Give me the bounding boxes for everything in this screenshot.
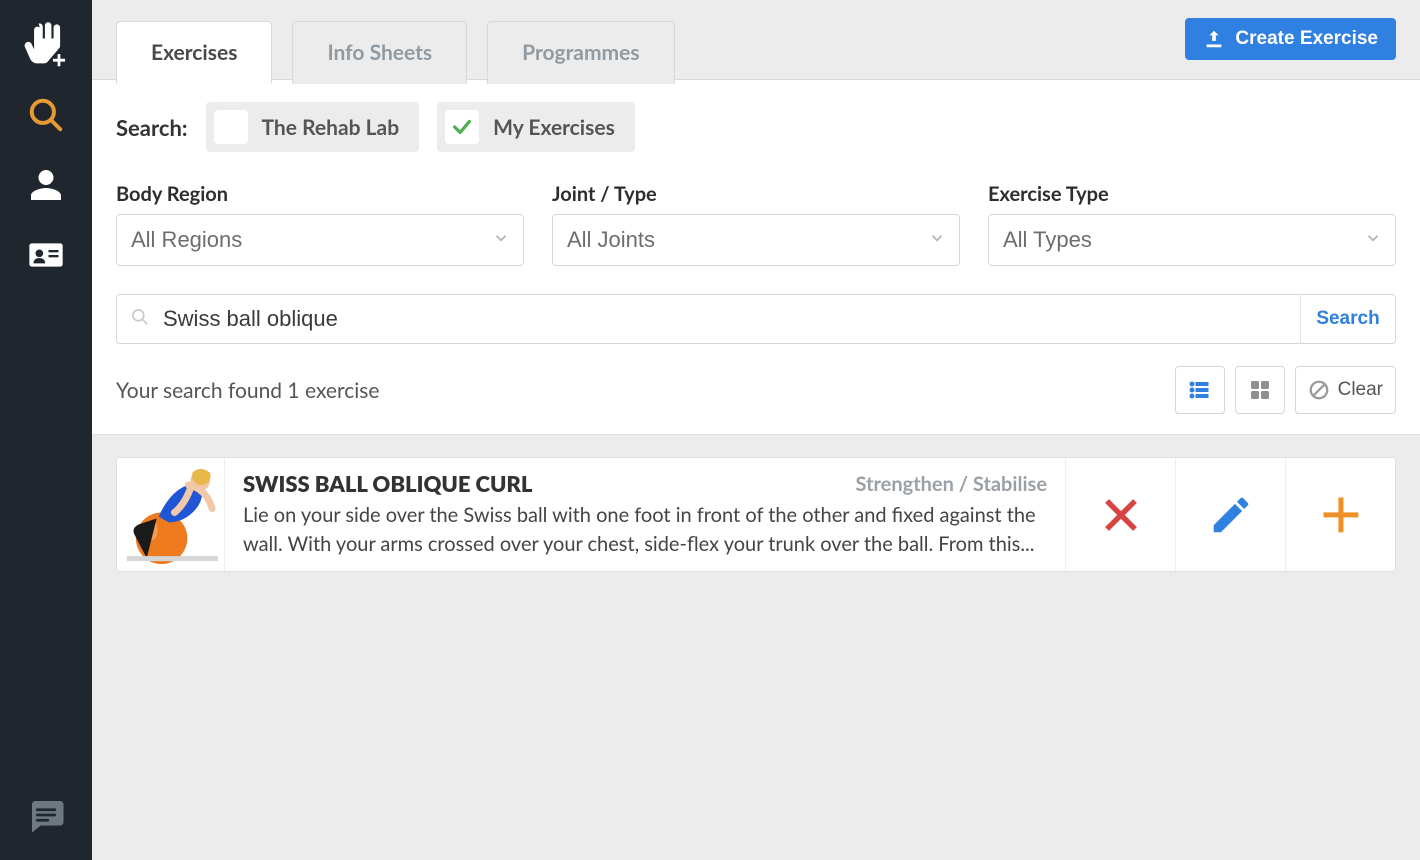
sidebar [0,0,92,860]
filters-panel: Search: The Rehab Lab My Exercises Body … [92,80,1420,435]
body-region-select[interactable] [116,214,524,266]
search-sources-row: Search: The Rehab Lab My Exercises [116,102,1396,152]
sidebar-contacts[interactable] [16,220,76,290]
view-controls: Clear [1175,366,1396,414]
upload-icon [1203,28,1225,50]
search-button-label: Search [1316,308,1379,329]
list-icon [1188,378,1212,402]
exercise-thumbnail-image [117,458,224,571]
delete-button[interactable] [1065,458,1175,571]
checkbox-unchecked [214,110,248,144]
sidebar-logo[interactable] [16,10,76,80]
search-row: Search [116,294,1396,344]
create-exercise-button[interactable]: Create Exercise [1185,18,1396,60]
tab-label: Programmes [522,40,639,65]
close-icon [1098,492,1144,538]
clear-label: Clear [1338,379,1383,401]
results-summary-row: Your search found 1 exercise Clear [116,366,1396,414]
clear-button[interactable]: Clear [1295,366,1396,414]
results-area: SWISS BALL OBLIQUE CURL Strengthen / Sta… [92,435,1420,860]
id-card-icon [26,235,66,275]
source-chip-label: My Exercises [493,115,615,140]
sidebar-chat[interactable] [16,780,76,850]
create-exercise-label: Create Exercise [1235,28,1378,50]
sidebar-search[interactable] [16,80,76,150]
source-chip-rehablab[interactable]: The Rehab Lab [206,102,420,152]
joint-type-select[interactable] [552,214,960,266]
result-actions [1065,458,1395,571]
result-description: Lie on your side over the Swiss ball wit… [243,501,1047,559]
result-thumbnail[interactable] [117,458,225,571]
tab-label: Exercises [151,40,237,65]
tabs: Exercises Info Sheets Programmes [116,20,675,83]
filter-label: Joint / Type [552,182,960,206]
search-input[interactable] [116,294,1300,344]
tab-programmes[interactable]: Programmes [487,21,674,84]
check-icon [451,116,473,138]
chat-icon [25,794,67,836]
filter-label: Exercise Type [988,182,1396,206]
filter-exercise-type: Exercise Type [988,182,1396,266]
search-sources-label: Search: [116,114,188,141]
filter-joint-type: Joint / Type [552,182,960,266]
grid-view-button[interactable] [1235,366,1285,414]
filter-selects-row: Body Region Joint / Type Exercise Type [116,182,1396,266]
result-card: SWISS BALL OBLIQUE CURL Strengthen / Sta… [116,457,1396,572]
top-bar: Exercises Info Sheets Programmes Create … [92,0,1420,80]
result-meta: SWISS BALL OBLIQUE CURL Strengthen / Sta… [225,458,1065,571]
tab-exercises[interactable]: Exercises [116,21,272,84]
exercise-type-select[interactable] [988,214,1396,266]
tab-info-sheets[interactable]: Info Sheets [292,21,467,84]
sidebar-profile[interactable] [16,150,76,220]
person-icon [28,167,64,203]
search-icon [27,96,65,134]
filter-label: Body Region [116,182,524,206]
source-chip-label: The Rehab Lab [262,115,400,140]
hand-logo-icon [20,19,72,71]
add-button[interactable] [1285,458,1395,571]
tab-label: Info Sheets [327,40,432,65]
search-icon [130,307,150,331]
search-button[interactable]: Search [1300,294,1396,344]
pencil-icon [1208,492,1254,538]
main-panel: Exercises Info Sheets Programmes Create … [92,0,1420,860]
clear-icon [1308,379,1330,401]
list-view-button[interactable] [1175,366,1225,414]
result-tag: Strengthen / Stabilise [856,472,1047,496]
source-chip-myexercises[interactable]: My Exercises [437,102,635,152]
filter-body-region: Body Region [116,182,524,266]
plus-icon [1318,492,1364,538]
grid-icon [1248,378,1272,402]
checkbox-checked [445,110,479,144]
edit-button[interactable] [1175,458,1285,571]
results-summary: Your search found 1 exercise [116,378,379,403]
